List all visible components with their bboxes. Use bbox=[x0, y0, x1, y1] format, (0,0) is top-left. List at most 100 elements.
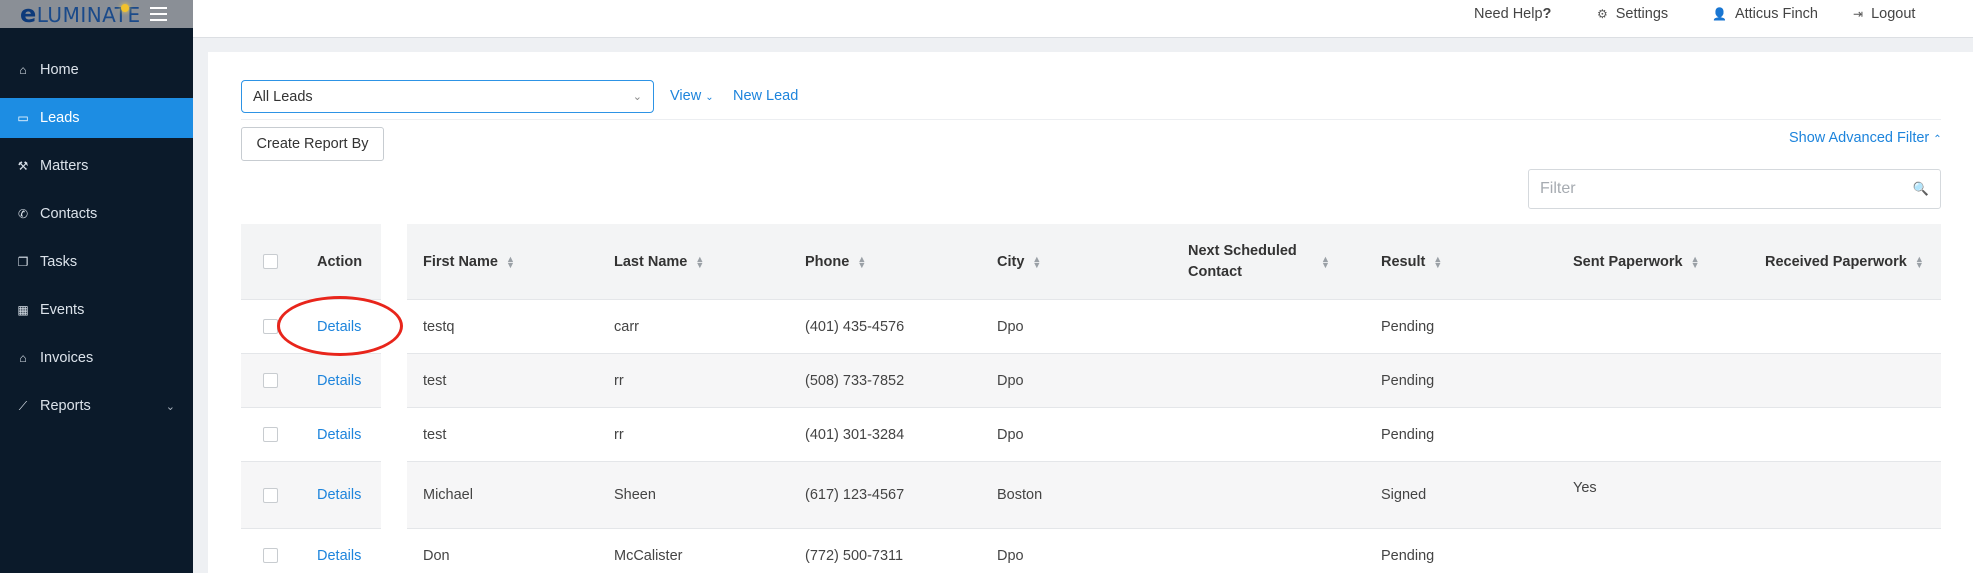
cell-phone: (617) 123-4567 bbox=[805, 487, 905, 503]
row-checkbox[interactable] bbox=[263, 373, 278, 388]
sidebar-item-label: Leads bbox=[40, 110, 80, 126]
row-checkbox[interactable] bbox=[263, 487, 278, 503]
menu-toggle-icon[interactable] bbox=[150, 7, 167, 21]
help-question-mark: ? bbox=[1542, 6, 1552, 22]
details-link[interactable]: Details bbox=[317, 373, 361, 389]
table-row[interactable]: Don McCalister (772) 500-7311 Dpo Pendin… bbox=[407, 528, 1941, 573]
lead-list-select[interactable]: All Leads ⌄ bbox=[241, 80, 654, 113]
cell-result: Pending bbox=[1381, 547, 1435, 564]
sidebar-item-matters[interactable]: ⚒ Matters bbox=[0, 146, 193, 186]
column-label: Sent Paperwork bbox=[1573, 253, 1683, 270]
column-header-next-scheduled-contact[interactable]: Next Scheduled Contact ▲ ▼ bbox=[1188, 241, 1330, 283]
filter-input[interactable] bbox=[1540, 180, 1900, 198]
column-header-city[interactable]: City ▲ ▼ bbox=[997, 254, 1041, 270]
column-header-first-name[interactable]: First Name ▲ ▼ bbox=[423, 254, 515, 270]
cell-last-name: rr bbox=[614, 426, 624, 443]
sort-icon: ▲ ▼ bbox=[505, 253, 515, 270]
row-checkbox[interactable] bbox=[263, 427, 278, 442]
table-row[interactable]: test rr (401) 301-3284 Dpo Pending bbox=[407, 407, 1941, 461]
details-link[interactable]: Details bbox=[317, 427, 361, 443]
cell-result: Pending bbox=[1381, 426, 1435, 443]
sidebar: eLUMINATE ⌂ Home ▭ Leads ⚒ Matters ✆ Contact… bbox=[0, 0, 193, 573]
column-label: City bbox=[997, 253, 1025, 270]
table-row: Details bbox=[241, 407, 381, 461]
cell-last-name: carr bbox=[614, 318, 639, 335]
cell-phone: (508) 733-7852 bbox=[805, 372, 905, 389]
table-row: Details bbox=[241, 461, 381, 528]
need-help-link[interactable]: Need Help? bbox=[1474, 6, 1551, 22]
filter-field: 🔍 bbox=[1528, 169, 1941, 209]
sidebar-item-label: Home bbox=[40, 62, 79, 78]
row-checkbox[interactable] bbox=[263, 319, 278, 334]
user-name: Atticus Finch bbox=[1734, 6, 1818, 22]
sort-icon: ▲ ▼ bbox=[695, 253, 705, 270]
sidebar-item-contacts[interactable]: ✆ Contacts bbox=[0, 194, 193, 234]
sidebar-item-label: Tasks bbox=[40, 254, 78, 270]
cell-first-name: test bbox=[423, 426, 447, 443]
details-link[interactable]: Details bbox=[317, 548, 361, 564]
row-checkbox[interactable] bbox=[263, 548, 278, 563]
sidebar-nav: ⌂ Home ▭ Leads ⚒ Matters ✆ Contacts ❐ Tasks ▦… bbox=[0, 50, 193, 426]
cell-result: Signed bbox=[1381, 487, 1427, 503]
view-label: View bbox=[670, 88, 702, 104]
table-row[interactable]: Michael Sheen (617) 123-4567 Boston Sign… bbox=[407, 461, 1941, 528]
gear-icon: ⚙ bbox=[1597, 7, 1608, 21]
details-link[interactable]: Details bbox=[317, 487, 361, 503]
logo-bar: eLUMINATE bbox=[0, 0, 193, 28]
settings-link[interactable]: ⚙ Settings bbox=[1597, 6, 1668, 22]
sidebar-item-tasks[interactable]: ❐ Tasks bbox=[0, 242, 193, 282]
user-menu[interactable]: 👤 Atticus Finch bbox=[1712, 6, 1818, 22]
cell-result: Pending bbox=[1381, 372, 1435, 389]
gavel-icon: ⚒ bbox=[17, 159, 29, 173]
advanced-filter-toggle[interactable]: Show Advanced Filter ⌃ bbox=[1789, 130, 1942, 146]
column-header-result[interactable]: Result ▲ ▼ bbox=[1381, 254, 1442, 270]
sort-icon: ▲ ▼ bbox=[1321, 253, 1330, 270]
column-label: First Name bbox=[423, 253, 498, 270]
cell-last-name: Sheen bbox=[614, 487, 656, 503]
user-icon: 👤 bbox=[1712, 7, 1727, 21]
cell-first-name: Don bbox=[423, 547, 450, 564]
logout-label: Logout bbox=[1871, 6, 1916, 22]
column-header-sent-paperwork[interactable]: Sent Paperwork ▲ ▼ bbox=[1573, 254, 1700, 270]
cell-result: Pending bbox=[1381, 318, 1435, 335]
cell-city: Dpo bbox=[997, 547, 1024, 564]
sidebar-item-leads[interactable]: ▭ Leads bbox=[0, 98, 193, 138]
bank-icon: ⌂ bbox=[19, 351, 27, 365]
sidebar-item-label: Reports bbox=[40, 398, 91, 414]
logout-link[interactable]: ⇥ Logout bbox=[1853, 6, 1915, 22]
column-header-last-name[interactable]: Last Name ▲ ▼ bbox=[614, 254, 704, 270]
logo-spark-icon bbox=[121, 4, 129, 12]
sidebar-item-invoices[interactable]: ⌂ Invoices bbox=[0, 338, 193, 378]
settings-label: Settings bbox=[1615, 6, 1669, 22]
column-header-phone[interactable]: Phone ▲ ▼ bbox=[805, 254, 866, 270]
calendar-icon: ▦ bbox=[17, 303, 29, 317]
table-row[interactable]: testq carr (401) 435-4576 Dpo Pending bbox=[407, 299, 1941, 353]
select-all-checkbox[interactable] bbox=[263, 254, 278, 269]
create-report-button[interactable]: Create Report By bbox=[241, 127, 384, 161]
new-lead-link[interactable]: New Lead bbox=[733, 88, 798, 104]
column-label: Phone bbox=[805, 253, 850, 270]
sidebar-item-label: Invoices bbox=[40, 350, 94, 366]
view-dropdown[interactable]: View ⌄ bbox=[670, 88, 714, 104]
phone-icon: ✆ bbox=[17, 207, 29, 221]
table-row: Details bbox=[241, 528, 381, 573]
sidebar-item-events[interactable]: ▦ Events bbox=[0, 290, 193, 330]
column-header-received-paperwork[interactable]: Received Paperwork ▲ ▼ bbox=[1765, 254, 1924, 270]
sort-icon: ▲ ▼ bbox=[857, 253, 867, 270]
cell-first-name: test bbox=[423, 372, 447, 389]
need-help-label: Need Help bbox=[1474, 6, 1543, 22]
chevron-up-icon: ⌃ bbox=[1933, 134, 1942, 145]
logo-prefix: e bbox=[20, 0, 37, 28]
sidebar-item-reports[interactable]: ⟋ Reports ⌄ bbox=[0, 386, 193, 426]
search-icon: 🔍 bbox=[1912, 181, 1929, 196]
details-link[interactable]: Details bbox=[317, 319, 361, 335]
cell-last-name: McCalister bbox=[614, 547, 683, 564]
cell-city: Dpo bbox=[997, 372, 1024, 389]
cell-first-name: testq bbox=[423, 318, 455, 335]
cell-city: Dpo bbox=[997, 426, 1024, 443]
laptop-icon: ▭ bbox=[17, 111, 29, 125]
table-row[interactable]: test rr (508) 733-7852 Dpo Pending bbox=[407, 353, 1941, 407]
advanced-filter-label: Show Advanced Filter bbox=[1789, 130, 1930, 146]
sort-icon: ▲ ▼ bbox=[1914, 253, 1924, 270]
sidebar-item-home[interactable]: ⌂ Home bbox=[0, 50, 193, 90]
